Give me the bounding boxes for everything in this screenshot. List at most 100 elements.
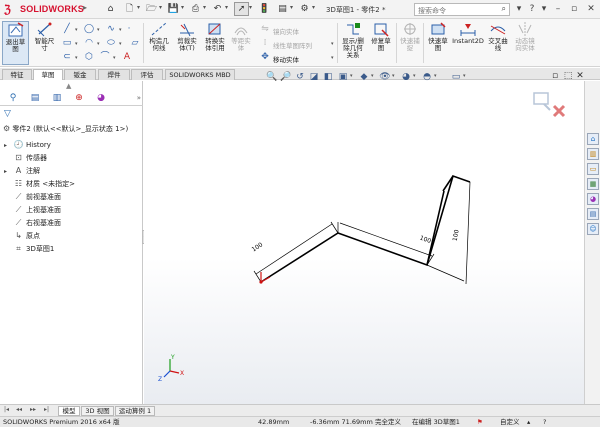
minimize-icon[interactable]: – [551,2,565,16]
mirror-entities-icon[interactable]: ⇋ [258,23,272,36]
view-palette-icon[interactable]: ▦ [587,178,599,190]
edit-appearance-icon[interactable]: ◕ [400,71,412,83]
tab-sheet-metal[interactable]: 钣金 [64,69,96,80]
ellipse-icon[interactable]: ⬭ [104,37,118,50]
configuration-manager-tab-icon[interactable]: ▥ [48,92,66,105]
tree-item-material[interactable]: ☷ 材质 <未指定> [4,178,75,189]
print-dropdown-icon[interactable]: ▾ [203,4,206,11]
rapid-sketch-button[interactable]: 快速草 图 [426,21,450,65]
tree-item-origin[interactable]: ↳ 原点 [4,230,40,241]
next-tab-icon[interactable]: ▸▸ [30,406,36,413]
apply-scene-icon[interactable]: ◓ [421,71,433,83]
move-entities-dropdown-icon[interactable]: ▾ [331,55,334,61]
options-icon[interactable]: ⚙ [297,2,312,16]
ellipse-dropdown-icon[interactable]: ▾ [119,41,122,47]
custom-properties-icon[interactable]: ▤ [587,208,599,220]
tab-3d-views[interactable]: 3D 视图 [81,406,114,416]
panel-grip[interactable]: ▲ [66,82,71,90]
offset-entities-button[interactable]: 等距实 体 [228,21,254,65]
tree-item-right-plane[interactable]: ⟋ 右视基准面 [4,217,61,228]
tree-item-sensors[interactable]: ⊡ 传感器 [4,152,47,163]
unit-dropdown-icon[interactable]: ▴ [527,417,530,427]
menu-arrow-icon[interactable]: ▸ [83,3,87,12]
move-entities-icon[interactable]: ✥ [258,51,272,64]
dynamic-mirror-button[interactable]: 动态镜 向实体 [512,21,538,65]
zoom-area-icon[interactable]: 🔎 [280,71,292,83]
display-delete-relations-button[interactable]: 显示/删 除几何 关系 [340,21,366,65]
file-properties-icon[interactable]: ▤ [275,2,290,16]
graphics-area[interactable]: 100 100 100 Y X Z [144,81,584,404]
spline-icon[interactable]: ∿ [104,23,118,36]
convert-entities-button[interactable]: 转换实 体引用 [202,21,228,65]
fillet-icon[interactable]: ⌒ [98,51,112,64]
panel-expand-icon[interactable]: » [137,94,141,102]
appearance-dropdown-icon[interactable]: ▾ [413,73,416,79]
first-tab-icon[interactable]: |◂ [4,406,9,413]
slot-dropdown-icon[interactable]: ▾ [75,55,78,61]
smart-dimension-button[interactable]: 智能尺 寸 [31,21,58,65]
tab-features[interactable]: 特征 [2,69,32,80]
scene-dropdown-icon[interactable]: ▾ [434,73,437,79]
trim-entities-button[interactable]: 剪裁实 体(T) [174,21,200,65]
home-icon[interactable]: ⌂ [103,2,118,16]
line-dropdown-icon[interactable]: ▾ [75,27,78,33]
linear-pattern-label[interactable]: 线性草图阵列 [273,40,312,50]
feature-manager-tab-icon[interactable]: ⚲ [4,92,22,105]
help-dropdown-icon[interactable]: ▾ [537,2,551,16]
undo-dropdown-icon[interactable]: ▾ [225,4,228,11]
tab-evaluate[interactable]: 评估 [131,69,163,80]
repair-sketch-button[interactable]: 修复草 图 [368,21,394,65]
exit-sketch-corner-icon[interactable] [533,92,551,111]
restore-icon[interactable]: ▫ [567,2,581,16]
tree-item-top-plane[interactable]: ⟋ 上视基准面 [4,204,61,215]
rectangle-dropdown-icon[interactable]: ▾ [75,41,78,47]
dimension-label[interactable]: 100 [452,229,461,242]
close-icon[interactable]: ✕ [584,2,598,16]
forum-icon[interactable]: ☺ [587,223,599,235]
hide-show-items-icon[interactable]: 👁 [379,71,391,83]
display-manager-tab-icon[interactable]: ◕ [92,92,110,105]
tab-sketch[interactable]: 草图 [33,69,63,80]
instant2d-button[interactable]: Instant2D [452,21,484,65]
property-manager-tab-icon[interactable]: ▤ [26,92,44,105]
search-dropdown-icon[interactable]: ▾ [512,2,526,16]
solidworks-resources-icon[interactable]: ⌂ [587,133,599,145]
tree-item-history[interactable]: ▸ 🕘 History [4,139,51,150]
rebuild-status-icon[interactable]: ⚑ [477,417,483,427]
viewport-maximize-icon[interactable]: ⬚ [562,70,574,82]
intersection-curve-button[interactable]: 交叉曲 线 [486,21,510,65]
view-settings-icon[interactable]: ▭ [450,71,462,83]
slot-icon[interactable]: ⊂ [60,51,74,64]
prev-tab-icon[interactable]: ◂◂ [16,406,22,413]
viewport-restore-icon[interactable]: ▫ [549,70,561,82]
save-dropdown-icon[interactable]: ▾ [181,4,184,11]
new-document-icon[interactable]: 🗋 [122,2,137,16]
tree-root-part[interactable]: ⚙ 零件2 (默认<<默认>_显示状态 1>) [3,124,128,134]
print-icon[interactable]: ⎙ [188,2,203,16]
save-icon[interactable]: 💾 [166,2,181,16]
help-status-icon[interactable]: ? [543,417,546,427]
properties-dropdown-icon[interactable]: ▾ [290,4,293,11]
section-view-icon[interactable]: ◪ [308,71,320,83]
dimension-label[interactable]: 100 [251,241,265,253]
view-settings-dropdown-icon[interactable]: ▾ [463,73,466,79]
linear-pattern-icon[interactable]: ⁞ [258,37,272,50]
open-dropdown-icon[interactable]: ▾ [159,4,162,11]
dimension-label[interactable]: 100 [419,234,432,245]
tree-item-3d-sketch[interactable]: ⌗ 3D草图1 [4,243,54,254]
fillet-dropdown-icon[interactable]: ▾ [113,55,116,61]
search-box[interactable]: 搜索命令 ⌕ [414,3,510,16]
sketch-geometry[interactable] [260,174,471,283]
tree-item-front-plane[interactable]: ⟋ 前视基准面 [4,191,61,202]
rectangle-icon[interactable]: ▭ [60,37,74,50]
polygon-icon[interactable]: ⬡ [82,51,96,64]
dynamic-annotation-icon[interactable]: ◧ [322,71,334,83]
options-dropdown-icon[interactable]: ▾ [312,4,315,11]
undo-icon[interactable]: ↶ [210,2,225,16]
solidworks-logo[interactable]: ℨ SOLIDWORKS ▸ [2,2,94,17]
cancel-sketch-icon[interactable] [552,104,566,118]
circle-dropdown-icon[interactable]: ▾ [97,27,100,33]
rebuild-icon[interactable]: 🚦 [257,2,272,16]
linear-pattern-dropdown-icon[interactable]: ▾ [331,41,334,47]
select-dropdown-icon[interactable]: ▾ [249,4,252,11]
